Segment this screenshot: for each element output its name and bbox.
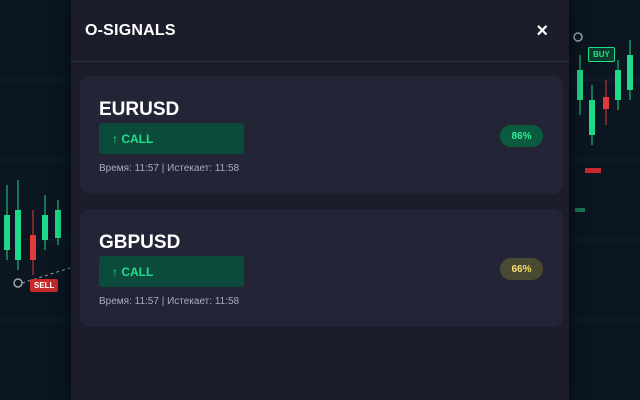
signal-card: GBPUSD ↑ CALL Время: 11:57 | Истекает: 1… (80, 209, 563, 327)
left-candles (4, 180, 71, 288)
signal-time: Время: 11:57 | Истекает: 11:58 (99, 163, 240, 174)
buy-tag: BUY (588, 47, 615, 62)
panel-header: O-SIGNALS × (71, 0, 569, 62)
signal-card: EURUSD ↑ CALL Время: 11:57 | Истекает: 1… (80, 76, 563, 194)
close-button[interactable]: × (536, 21, 548, 41)
signal-pair: GBPUSD (99, 232, 181, 253)
signal-time: Время: 11:57 | Истекает: 11:58 (99, 296, 240, 307)
signals-panel: O-SIGNALS × EURUSD ↑ CALL Время: 11:57 |… (71, 0, 569, 400)
confidence-badge: 86% (500, 125, 543, 147)
panel-title: O-SIGNALS (85, 21, 176, 39)
sell-tag: SELL (30, 279, 59, 292)
call-button[interactable]: ↑ CALL (99, 256, 244, 287)
signal-pair: EURUSD (99, 99, 180, 120)
confidence-badge: 66% (500, 258, 543, 280)
call-button[interactable]: ↑ CALL (99, 123, 244, 154)
